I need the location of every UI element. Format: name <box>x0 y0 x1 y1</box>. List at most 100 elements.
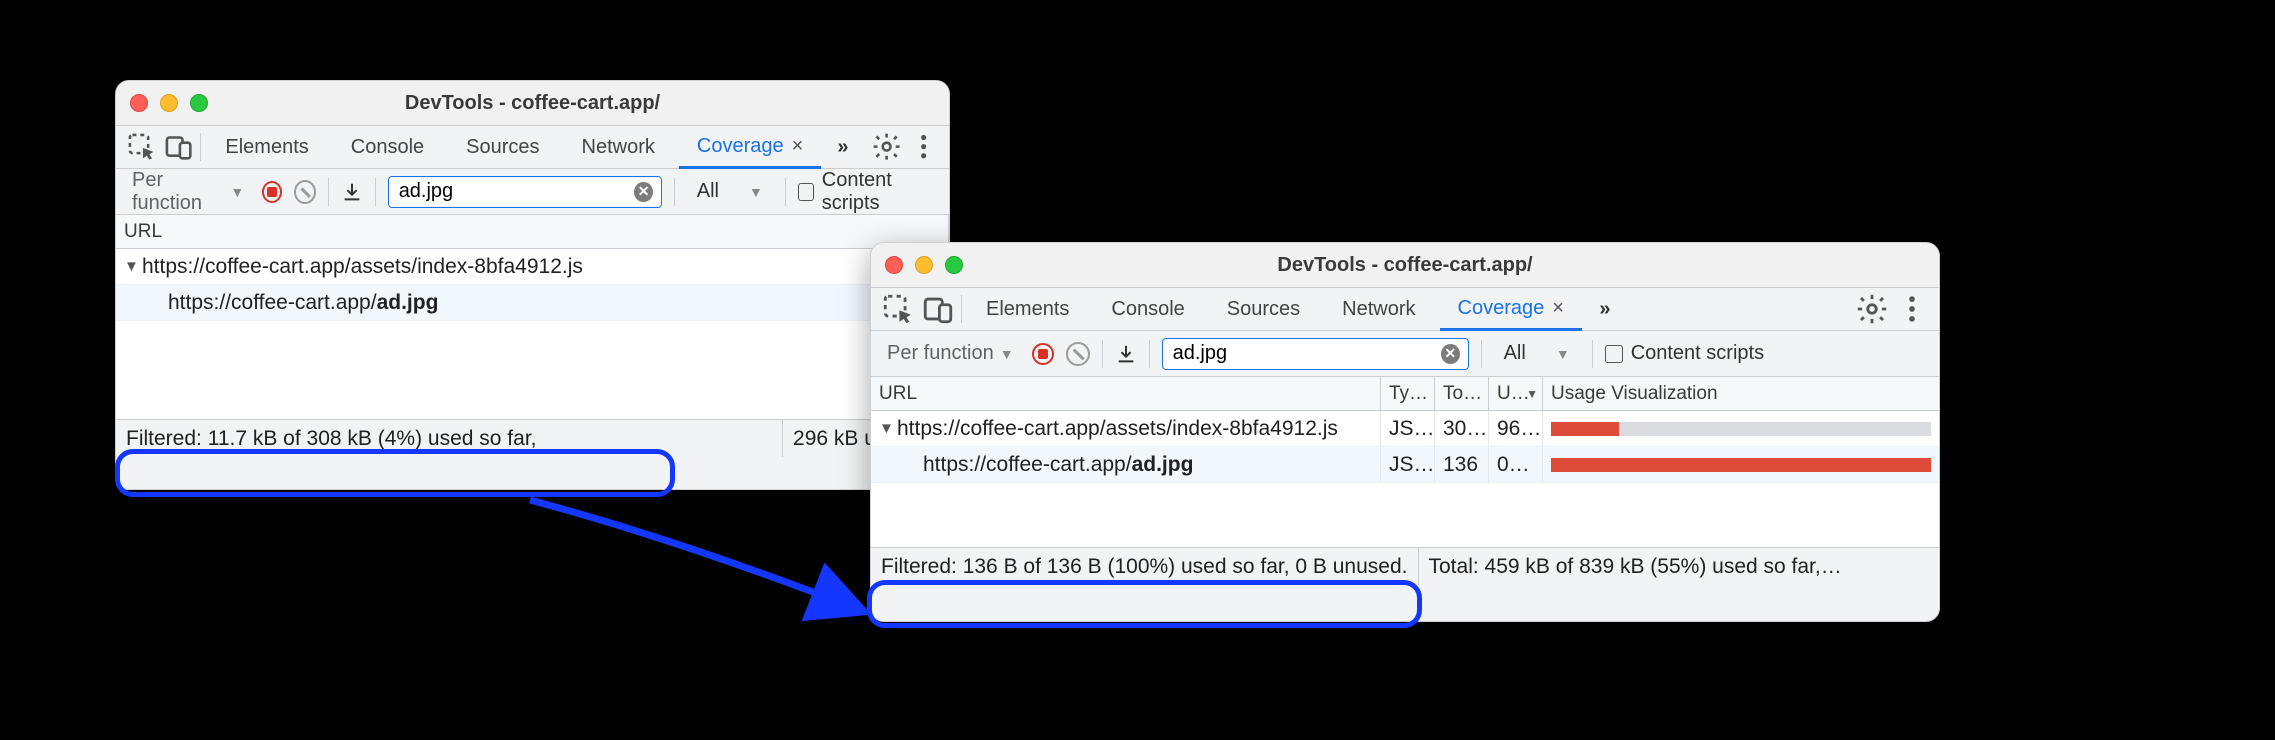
granularity-select[interactable]: Per function ▼ <box>881 342 1020 365</box>
checkbox-icon <box>1605 345 1623 363</box>
kebab-menu-icon[interactable] <box>908 130 939 164</box>
table-headers: URL Ty… To… U… ▼ Usage Visualization <box>871 377 1939 411</box>
checkbox-label: Content scripts <box>1631 342 1764 365</box>
export-button[interactable] <box>1115 343 1137 365</box>
type-cell: JS… <box>1381 447 1435 482</box>
status-filtered: Filtered: 136 B of 136 B (100%) used so … <box>871 548 1418 585</box>
url-cell: https://coffee-cart.app/ <box>923 453 1132 477</box>
coverage-toolbar: Per function ▼ ✕ All ▼ Content scripts <box>871 331 1939 377</box>
inspect-element-icon[interactable] <box>126 130 157 164</box>
chevron-down-icon: ▼ <box>1000 346 1014 362</box>
url-cell: https://coffee-cart.app/ <box>168 291 377 315</box>
zoom-icon[interactable] <box>945 256 963 274</box>
url-cell: https://coffee-cart.app/assets/index-8bf… <box>897 417 1338 441</box>
table-row[interactable]: ▼ https://coffee-cart.app/assets/index-8… <box>871 411 1939 447</box>
expand-icon[interactable]: ▼ <box>124 258 138 275</box>
gear-icon[interactable] <box>1855 292 1889 326</box>
chevron-down-icon: ▼ <box>1556 346 1570 362</box>
close-tab-icon[interactable]: × <box>1552 297 1564 320</box>
type-filter-select[interactable]: All ▼ <box>687 180 773 203</box>
coverage-table: ▼ https://coffee-cart.app/assets/index-8… <box>871 411 1939 547</box>
type-filter-select[interactable]: All ▼ <box>1494 342 1580 365</box>
url-cell: https://coffee-cart.app/assets/index-8bf… <box>142 255 583 279</box>
devtools-tabbar: Elements Console Sources Network Coverag… <box>871 287 1939 331</box>
traffic-lights <box>885 256 963 274</box>
close-icon[interactable] <box>130 94 148 112</box>
tab-label: Coverage <box>1458 297 1545 320</box>
more-tabs-icon[interactable]: » <box>1588 292 1622 326</box>
table-row[interactable]: https://coffee-cart.app/ad.jpg JS… 136 0… <box>871 447 1939 483</box>
header-unused[interactable]: U… ▼ <box>1489 377 1543 410</box>
status-total: Total: 459 kB of 839 kB (55%) used so fa… <box>1419 548 1940 585</box>
clear-button[interactable] <box>1066 342 1090 366</box>
type-cell: JS… <box>1381 411 1435 446</box>
devtools-window-1: DevTools - coffee-cart.app/ Elements Con… <box>115 80 950 490</box>
export-button[interactable] <box>341 181 363 203</box>
viz-cell <box>1543 447 1939 482</box>
tab-console[interactable]: Console <box>1093 288 1202 330</box>
tab-coverage[interactable]: Coverage × <box>1440 289 1582 331</box>
tab-label: Coverage <box>697 135 784 158</box>
traffic-lights <box>130 94 208 112</box>
record-button[interactable] <box>262 181 282 203</box>
expand-icon[interactable]: ▼ <box>879 420 893 437</box>
titlebar[interactable]: DevTools - coffee-cart.app/ <box>871 243 1939 287</box>
device-toolbar-icon[interactable] <box>163 130 194 164</box>
granularity-label: Per function <box>887 342 994 365</box>
url-filter-input[interactable]: ✕ <box>1162 338 1469 370</box>
header-viz[interactable]: Usage Visualization <box>1543 377 1939 410</box>
coverage-toolbar: Per function ▼ ✕ All ▼ Content scripts <box>116 169 949 215</box>
inspect-element-icon[interactable] <box>881 292 915 326</box>
type-filter-label: All <box>697 180 719 203</box>
titlebar[interactable]: DevTools - coffee-cart.app/ <box>116 81 949 125</box>
table-row[interactable]: https://coffee-cart.app/ad.jpg <box>116 285 949 321</box>
zoom-icon[interactable] <box>190 94 208 112</box>
sort-desc-icon: ▼ <box>1526 387 1538 401</box>
table-headers: URL <box>116 215 949 249</box>
header-url[interactable]: URL <box>116 215 949 248</box>
minimize-icon[interactable] <box>160 94 178 112</box>
url-bold: ad.jpg <box>1132 453 1194 477</box>
status-bar: Filtered: 136 B of 136 B (100%) used so … <box>871 547 1939 585</box>
content-scripts-checkbox[interactable]: Content scripts <box>1605 342 1764 365</box>
table-row[interactable]: ▼ https://coffee-cart.app/assets/index-8… <box>116 249 949 285</box>
minimize-icon[interactable] <box>915 256 933 274</box>
more-tabs-icon[interactable]: » <box>827 130 858 164</box>
window-title: DevTools - coffee-cart.app/ <box>116 92 949 115</box>
checkbox-icon <box>798 183 814 201</box>
window-title: DevTools - coffee-cart.app/ <box>871 254 1939 277</box>
tab-console[interactable]: Console <box>333 126 442 168</box>
viz-cell <box>1543 411 1939 446</box>
clear-filter-icon[interactable]: ✕ <box>1441 344 1460 364</box>
total-cell: 30… <box>1435 411 1489 446</box>
tab-sources[interactable]: Sources <box>448 126 557 168</box>
tab-sources[interactable]: Sources <box>1209 288 1318 330</box>
record-button[interactable] <box>1032 343 1054 365</box>
chevron-down-icon: ▼ <box>230 184 244 200</box>
url-filter-input[interactable]: ✕ <box>388 176 662 208</box>
device-toolbar-icon[interactable] <box>921 292 955 326</box>
close-icon[interactable] <box>885 256 903 274</box>
header-url[interactable]: URL <box>871 377 1381 410</box>
header-total[interactable]: To… <box>1435 377 1489 410</box>
content-scripts-checkbox[interactable]: Content scripts <box>798 169 939 215</box>
clear-button[interactable] <box>294 180 316 204</box>
filter-text[interactable] <box>1171 341 1441 366</box>
tab-elements[interactable]: Elements <box>207 126 326 168</box>
close-tab-icon[interactable]: × <box>792 135 804 158</box>
filter-text[interactable] <box>397 179 635 204</box>
tab-elements[interactable]: Elements <box>968 288 1087 330</box>
gear-icon[interactable] <box>871 130 902 164</box>
checkbox-label: Content scripts <box>822 169 939 215</box>
clear-filter-icon[interactable]: ✕ <box>634 182 653 202</box>
url-bold: ad.jpg <box>377 291 439 315</box>
chevron-down-icon: ▼ <box>749 184 763 200</box>
devtools-tabbar: Elements Console Sources Network Coverag… <box>116 125 949 169</box>
tab-network[interactable]: Network <box>1324 288 1433 330</box>
tab-network[interactable]: Network <box>564 126 673 168</box>
tab-coverage[interactable]: Coverage × <box>679 127 821 169</box>
kebab-menu-icon[interactable] <box>1895 292 1929 326</box>
granularity-select[interactable]: Per function ▼ <box>126 169 250 215</box>
header-type[interactable]: Ty… <box>1381 377 1435 410</box>
status-bar: Filtered: 11.7 kB of 308 kB (4%) used so… <box>116 419 949 457</box>
